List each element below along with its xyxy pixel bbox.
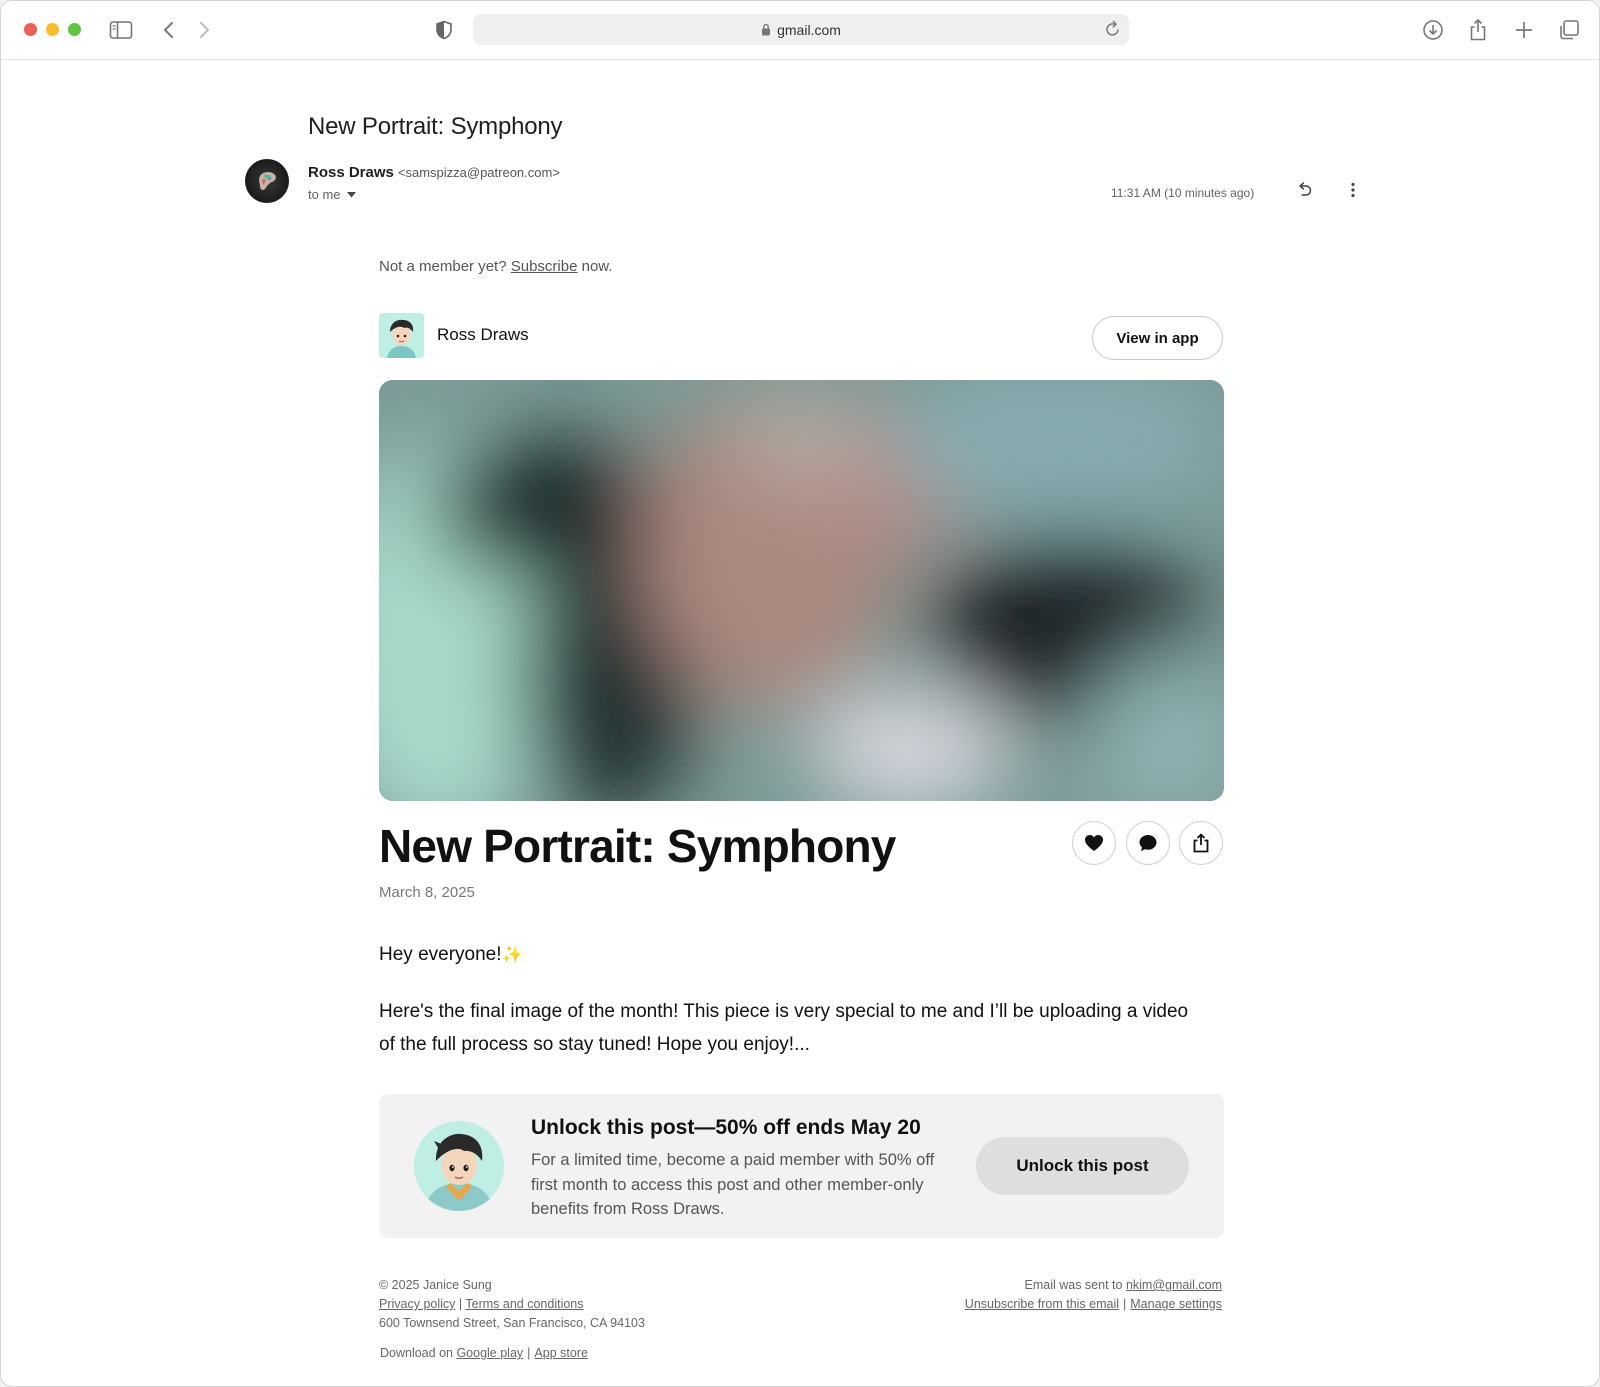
email-settings-links: Unsubscribe from this email | Manage setti… [964, 1297, 1222, 1311]
email-subject: New Portrait: Symphony [308, 113, 563, 140]
email-timestamp: 11:31 AM (10 minutes ago) [1111, 186, 1255, 200]
lock-icon [762, 23, 771, 36]
creator-avatar[interactable] [379, 313, 424, 358]
download-line: Download on Google play | App store [380, 1346, 588, 1360]
recipient-email-link[interactable]: nkim@gmail.com [1126, 1278, 1222, 1292]
greeting-text: Hey everyone!✨ [379, 944, 523, 966]
manage-settings-link[interactable]: Manage settings [1130, 1297, 1222, 1311]
download-prefix: Download on [380, 1346, 453, 1360]
terms-link[interactable]: Terms and conditions [465, 1297, 583, 1311]
download-icon[interactable] [1420, 17, 1446, 43]
sender-name[interactable]: Ross Draws [308, 164, 394, 181]
reload-icon[interactable] [1105, 20, 1121, 41]
greeting-label: Hey everyone! [379, 944, 502, 965]
share-icon [1193, 833, 1209, 853]
zoom-window-button[interactable] [68, 23, 81, 36]
sidebar-icon[interactable] [108, 17, 134, 43]
unlock-description: For a limited time, become a paid member… [531, 1151, 935, 1218]
sparkle-emoji: ✨ [501, 945, 523, 964]
not-member-banner: Not a member yet? Subscribe now. [379, 258, 612, 275]
more-vert-icon[interactable] [1344, 181, 1362, 204]
footer-right: Email was sent to nkim@gmail.com Unsubsc… [965, 1276, 1222, 1314]
share-post-button[interactable] [1179, 821, 1223, 865]
post-title: New Portrait: Symphony [379, 820, 896, 872]
not-member-suffix: now. [581, 258, 613, 275]
copyright-text: © 2025 Janice Sung [379, 1278, 492, 1292]
forward-icon[interactable] [191, 17, 217, 43]
not-member-text: Not a member yet? [379, 258, 507, 275]
sender-avatar[interactable] [245, 159, 289, 203]
reply-icon[interactable] [1295, 181, 1313, 204]
tabs-overview-icon[interactable] [1556, 17, 1582, 43]
share-icon[interactable] [1465, 17, 1491, 43]
legal-links: Privacy policy | Terms and conditions [379, 1297, 584, 1311]
footer-left: © 2025 Janice Sung Privacy policy | Term… [379, 1276, 645, 1333]
shield-icon[interactable] [431, 17, 457, 43]
view-in-app-button[interactable]: View in app [1092, 316, 1223, 360]
post-hero-image[interactable] [379, 380, 1224, 801]
caret-down-icon [346, 191, 356, 197]
sent-to-line: Email was sent to nkim@gmail.com [965, 1276, 1223, 1295]
close-window-button[interactable] [24, 23, 37, 36]
sender-line: Ross Draws <samspizza@patreon.com> [308, 164, 560, 181]
creator-name[interactable]: Ross Draws [437, 325, 529, 345]
browser-toolbar: gmail.com [1, 1, 1599, 60]
unlock-post-button[interactable]: Unlock this post [976, 1137, 1189, 1195]
address-text: 600 Townsend Street, San Francisco, CA 9… [379, 1316, 645, 1330]
heart-icon [1085, 835, 1103, 851]
unlock-card: Unlock this post—50% off ends May 20 For… [379, 1094, 1224, 1238]
subscribe-link[interactable]: Subscribe [511, 258, 578, 275]
recipient-label: to me [308, 187, 341, 202]
recipient-dropdown[interactable]: to me [308, 187, 356, 202]
google-play-link[interactable]: Google play [456, 1346, 523, 1360]
like-button[interactable] [1072, 821, 1116, 865]
comment-icon [1139, 835, 1157, 851]
url-text: gmail.com [777, 21, 841, 38]
sent-to-prefix: Email was sent to [1024, 1278, 1123, 1292]
browser-window: gmail.com New Portrait: Symphony Ross Dr… [0, 0, 1600, 1387]
back-icon[interactable] [156, 17, 182, 43]
sender-email: <samspizza@patreon.com> [397, 165, 560, 180]
post-date: March 8, 2025 [379, 884, 475, 901]
unlock-title: Unlock this post—50% off ends May 20 [531, 1116, 921, 1139]
comment-button[interactable] [1126, 821, 1170, 865]
unsubscribe-link[interactable]: Unsubscribe from this email [965, 1297, 1119, 1311]
app-store-link[interactable]: App store [534, 1346, 588, 1360]
minimize-window-button[interactable] [46, 23, 59, 36]
new-tab-icon[interactable] [1511, 17, 1537, 43]
address-bar[interactable]: gmail.com [473, 14, 1129, 45]
post-body-paragraph: Here's the final image of the month! Thi… [379, 1001, 1189, 1055]
unlock-creator-avatar [414, 1121, 504, 1211]
privacy-policy-link[interactable]: Privacy policy [379, 1297, 455, 1311]
